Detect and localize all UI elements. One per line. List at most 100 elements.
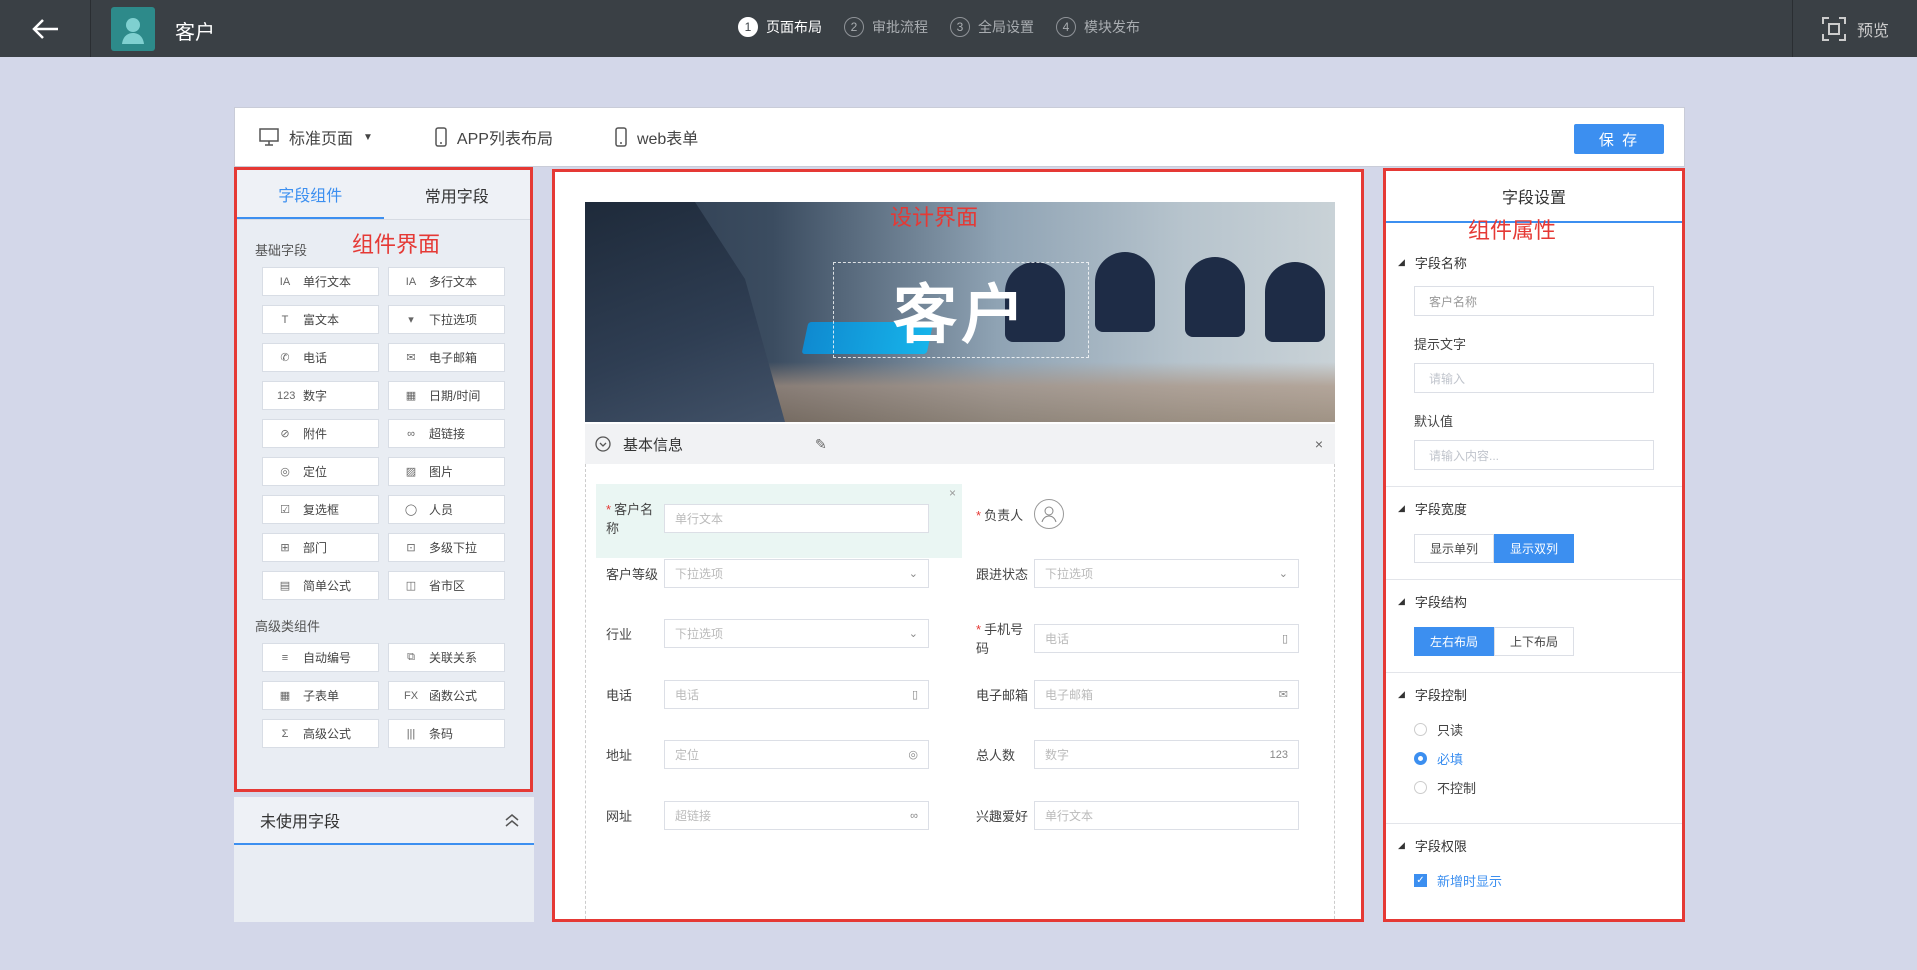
step-publish[interactable]: 4 模块发布 bbox=[1056, 17, 1140, 37]
step-approval[interactable]: 2 审批流程 bbox=[844, 17, 928, 37]
component-icon: ⊘ bbox=[280, 428, 290, 440]
component-item[interactable]: ⊘ 附件 bbox=[262, 419, 379, 448]
banner-person-image bbox=[585, 202, 785, 422]
radio-required[interactable]: 必填 bbox=[1414, 749, 1682, 768]
mode-standard-page[interactable]: 标准页面 ▼ bbox=[259, 125, 373, 149]
field-input[interactable]: 数字 123 bbox=[1034, 740, 1299, 769]
component-item[interactable]: Σ 高级公式 bbox=[262, 719, 379, 748]
form-field-row[interactable]: 跟进状态 下拉选项 ⌄ bbox=[956, 559, 1299, 588]
field-type-icon: 123 bbox=[1269, 748, 1288, 761]
field-input[interactable]: 单行文本 bbox=[1034, 801, 1299, 830]
field-input[interactable]: 电话 ▯ bbox=[664, 680, 929, 709]
step-global[interactable]: 3 全局设置 bbox=[950, 17, 1034, 37]
group-field-width: ◢ 字段宽度 显示单列 显示双列 bbox=[1386, 487, 1682, 580]
component-item[interactable]: ▨ 图片 bbox=[388, 457, 505, 486]
form-field-row[interactable]: 电子邮箱 电子邮箱 ✉ bbox=[956, 680, 1299, 709]
field-input[interactable]: 电子邮箱 ✉ bbox=[1034, 680, 1299, 709]
tab-field-components[interactable]: 字段组件 bbox=[237, 170, 384, 219]
default-value-input[interactable]: 请输入内容... bbox=[1414, 440, 1654, 470]
form-field-row[interactable]: 地址 定位 ◎ bbox=[586, 740, 929, 769]
field-name-input[interactable]: 客户名称 bbox=[1414, 286, 1654, 316]
field-input[interactable]: 下拉选项 ⌄ bbox=[664, 619, 929, 648]
component-icon: ◫ bbox=[405, 580, 417, 592]
field-input[interactable]: 单行文本 bbox=[664, 503, 929, 533]
group-field-control: ◢ 字段控制 只读 必填 不控制 bbox=[1386, 673, 1682, 824]
form-field-row[interactable]: 行业 下拉选项 ⌄ bbox=[586, 619, 929, 648]
radio-button[interactable] bbox=[1414, 781, 1427, 794]
form-field-row[interactable]: 客户等级 下拉选项 ⌄ bbox=[586, 559, 929, 588]
width-double-button[interactable]: 显示双列 bbox=[1494, 534, 1574, 563]
component-item[interactable]: ⧉ 关联关系 bbox=[388, 643, 505, 672]
radio-button[interactable] bbox=[1414, 752, 1427, 765]
width-single-button[interactable]: 显示单列 bbox=[1414, 534, 1494, 563]
preview-button[interactable]: 预览 bbox=[1792, 0, 1917, 57]
component-item[interactable]: ✉ 电子邮箱 bbox=[388, 343, 505, 372]
component-icon: ◯ bbox=[404, 504, 418, 516]
component-item[interactable]: FX 函数公式 bbox=[388, 681, 505, 710]
component-item[interactable]: ▦ 子表单 bbox=[262, 681, 379, 710]
radio-readonly[interactable]: 只读 bbox=[1414, 720, 1682, 739]
close-icon[interactable]: × bbox=[949, 486, 956, 500]
component-item[interactable]: T 富文本 bbox=[262, 305, 379, 334]
banner-title-box: 客户 bbox=[833, 262, 1089, 358]
back-button[interactable] bbox=[0, 0, 91, 57]
checkbox[interactable]: ✓ bbox=[1414, 874, 1427, 887]
hint-text-input[interactable]: 请输入 bbox=[1414, 363, 1654, 393]
field-input[interactable]: 下拉选项 ⌄ bbox=[664, 559, 929, 588]
caret-icon: ◢ bbox=[1398, 689, 1405, 699]
form-field-row[interactable]: 电话 电话 ▯ bbox=[586, 680, 929, 709]
tab-common-fields[interactable]: 常用字段 bbox=[384, 170, 531, 219]
form-field-row[interactable]: * 客户名称 单行文本 bbox=[586, 499, 929, 537]
form-field-row[interactable]: * 手机号码 电话 ▯ bbox=[956, 619, 1299, 657]
component-item[interactable]: ⊞ 部门 bbox=[262, 533, 379, 562]
component-item[interactable]: ▤ 简单公式 bbox=[262, 571, 379, 600]
collapse-circle-icon bbox=[595, 436, 611, 452]
component-item[interactable]: ||| 条码 bbox=[388, 719, 505, 748]
layout-vertical-button[interactable]: 上下布局 bbox=[1494, 627, 1574, 656]
component-item[interactable]: ☑ 复选框 bbox=[262, 495, 379, 524]
section-basic-info[interactable]: 基本信息 ✎ × bbox=[585, 424, 1335, 464]
layout-horizontal-button[interactable]: 左右布局 bbox=[1414, 627, 1494, 656]
component-item[interactable]: IA 多行文本 bbox=[388, 267, 505, 296]
mode-web-form[interactable]: web表单 bbox=[615, 125, 698, 149]
field-input[interactable]: 下拉选项 ⌄ bbox=[1034, 559, 1299, 588]
close-icon[interactable]: × bbox=[1315, 436, 1323, 452]
component-item[interactable]: ▾ 下拉选项 bbox=[388, 305, 505, 334]
component-item[interactable]: ∞ 超链接 bbox=[388, 419, 505, 448]
component-item[interactable]: ◎ 定位 bbox=[262, 457, 379, 486]
field-label: * 客户名称 bbox=[606, 502, 654, 536]
checkbox-show-on-create[interactable]: ✓ 新增时显示 bbox=[1414, 871, 1682, 890]
component-item[interactable]: IA 单行文本 bbox=[262, 267, 379, 296]
edit-pencil-icon[interactable]: ✎ bbox=[815, 436, 827, 453]
user-avatar-icon[interactable] bbox=[1034, 499, 1064, 529]
component-item[interactable]: ◫ 省市区 bbox=[388, 571, 505, 600]
fullscreen-icon bbox=[1821, 16, 1846, 41]
caret-icon: ◢ bbox=[1398, 840, 1405, 850]
form-field-row[interactable]: 兴趣爱好 单行文本 bbox=[956, 801, 1299, 830]
save-button[interactable]: 保 存 bbox=[1574, 124, 1664, 154]
component-item[interactable]: ◯ 人员 bbox=[388, 495, 505, 524]
radio-none[interactable]: 不控制 bbox=[1414, 778, 1682, 797]
field-input[interactable]: 电话 ▯ bbox=[1034, 623, 1299, 653]
mode-app-list[interactable]: APP列表布局 bbox=[435, 125, 553, 149]
component-item[interactable]: ▦ 日期/时间 bbox=[388, 381, 505, 410]
form-field-row[interactable]: * 负责人 bbox=[956, 499, 1064, 529]
required-marker: * bbox=[976, 507, 982, 523]
form-field-row[interactable]: 总人数 数字 123 bbox=[956, 740, 1299, 769]
form-fields-area: × * 客户名称 单行文本 * 负责人 客户等级 下拉选项 ⌄ 跟进状态 下拉选项 ⌄ 行业 下拉选项 ⌄… bbox=[585, 464, 1335, 919]
field-input[interactable]: 定位 ◎ bbox=[664, 740, 929, 769]
field-input[interactable]: 超链接 ∞ bbox=[664, 801, 929, 830]
design-canvas: 客户 设计界面 基本信息 ✎ × × * 客户名称 单行文本 * 负责人 客户等级 下拉选项… bbox=[552, 169, 1364, 922]
component-icon: ||| bbox=[406, 727, 416, 740]
component-item[interactable]: ✆ 电话 bbox=[262, 343, 379, 372]
header-banner[interactable]: 客户 bbox=[585, 202, 1335, 422]
radio-button[interactable] bbox=[1414, 723, 1427, 736]
step-layout[interactable]: 1 页面布局 bbox=[738, 17, 822, 37]
form-field-row[interactable]: 网址 超链接 ∞ bbox=[586, 801, 929, 830]
component-item[interactable]: 123 数字 bbox=[262, 381, 379, 410]
unused-fields-header[interactable]: 未使用字段 bbox=[234, 797, 534, 845]
component-item[interactable]: ≡ 自动编号 bbox=[262, 643, 379, 672]
component-item[interactable]: ⊡ 多级下拉 bbox=[388, 533, 505, 562]
component-icon: 123 bbox=[277, 389, 296, 402]
caret-icon: ◢ bbox=[1398, 503, 1405, 513]
